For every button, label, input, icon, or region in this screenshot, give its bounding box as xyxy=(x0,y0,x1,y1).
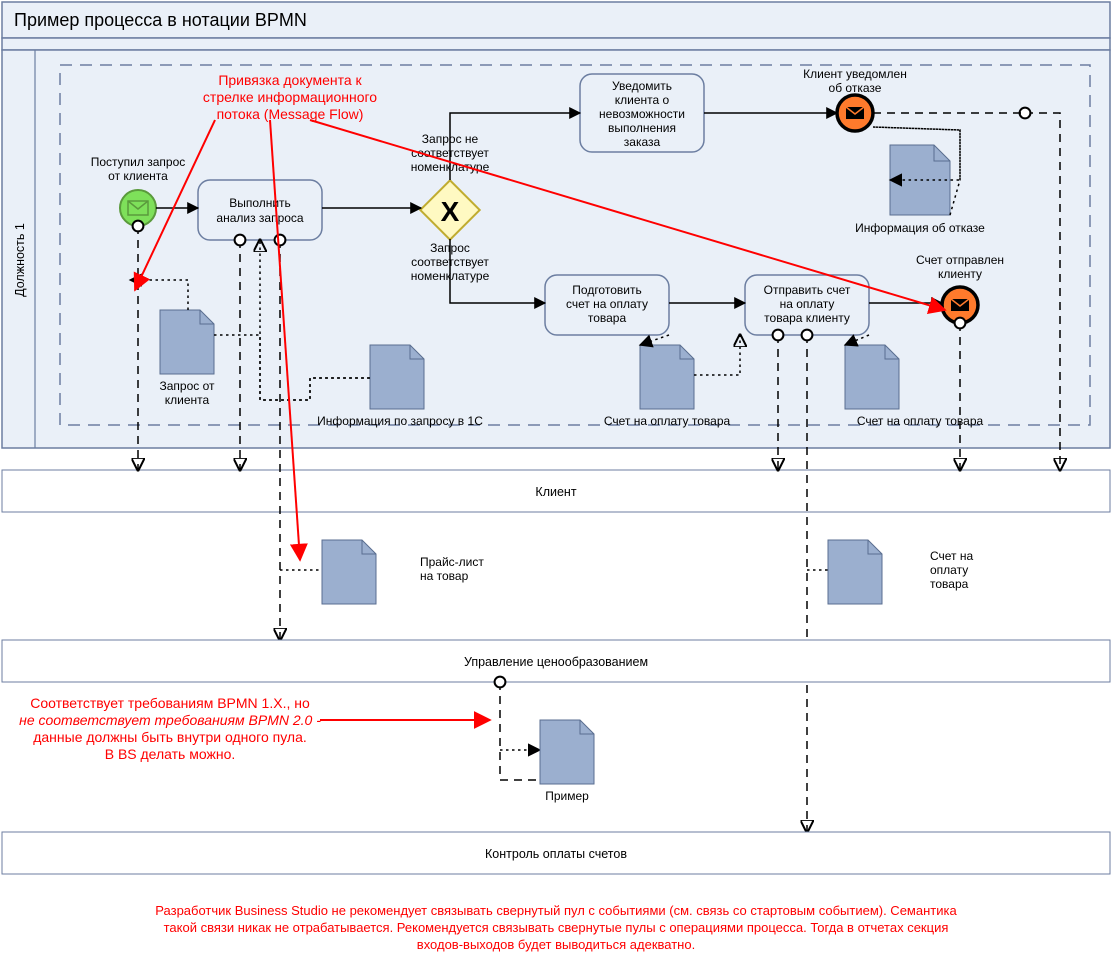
end-sent-l1: Счет отправлен xyxy=(916,253,1004,267)
annotation-2-l1: Соответствует требованиям BPMN 1.X., но xyxy=(30,695,310,711)
task-notify-l5: заказа xyxy=(624,135,661,149)
task-notify-l3: невозможности xyxy=(599,107,685,121)
start-event[interactable] xyxy=(120,190,156,226)
pool-control-label: Контроль оплаты счетов xyxy=(485,847,627,861)
lane-label: Должность 1 xyxy=(13,223,27,297)
msg-example-dash xyxy=(500,682,540,780)
end-sent-l2: клиенту xyxy=(938,267,982,281)
end-refused-l2: об отказе xyxy=(829,81,882,95)
data-request-l2: клиента xyxy=(165,393,210,407)
task-notify-l2: клиента о xyxy=(615,93,670,107)
data-info1c-l1: Информация по запросу в 1С xyxy=(317,414,483,428)
start-event-label-1: Поступил запрос xyxy=(91,155,186,169)
annotation-1-l1: Привязка документа к xyxy=(218,72,362,88)
task-send-l3: товара клиенту xyxy=(764,311,850,325)
end-event-refused[interactable] xyxy=(837,95,873,131)
annotation-2-l2: не соответствует требованиям BPMN 2.0 - xyxy=(19,712,321,728)
data-invoice-ext-l2: оплату xyxy=(930,563,968,577)
data-invoice2[interactable] xyxy=(845,345,899,409)
task-analyze-l2: анализ запроса xyxy=(216,211,304,225)
data-invoice-ext[interactable] xyxy=(828,540,882,604)
svg-text:X: X xyxy=(441,196,460,227)
pool-client-label: Клиент xyxy=(535,485,576,499)
pool-title: Пример процесса в нотации BPMN xyxy=(14,10,307,30)
data-invoice1[interactable] xyxy=(640,345,694,409)
annotation-1-l2: стрелке информационного xyxy=(203,89,377,105)
start-event-label-2: от клиента xyxy=(108,169,168,183)
annotation-3-l1: Разработчик Business Studio не рекоменду… xyxy=(155,903,957,918)
end-refused-l1: Клиент уведомлен xyxy=(803,67,907,81)
data-invoice1-l1: Счет на оплату товара xyxy=(604,414,731,428)
data-invoice2-l1: Счет на оплату товара xyxy=(857,414,984,428)
data-pricelist-l2: на товар xyxy=(420,569,469,583)
data-invoice-ext-l1: Счет на xyxy=(930,549,974,563)
task-prepare-l1: Подготовить xyxy=(572,283,641,297)
annotation-2-l4: В BS делать можно. xyxy=(105,746,236,762)
task-analyze-l1: Выполнить xyxy=(229,196,291,210)
data-example[interactable] xyxy=(540,720,594,784)
annotation-1-l3: потока (Message Flow) xyxy=(217,106,364,122)
data-pricelist-l1: Прайс-лист xyxy=(420,555,484,569)
data-request[interactable] xyxy=(160,310,214,374)
annotation-3-l2: такой связи никак не отрабатывается. Рек… xyxy=(164,920,949,935)
task-analyze[interactable] xyxy=(198,180,322,240)
data-request-l1: Запрос от xyxy=(159,379,215,393)
data-invoice-ext-l3: товара xyxy=(930,577,969,591)
pool-subbar xyxy=(2,38,1110,50)
task-prepare-l3: товара xyxy=(588,311,627,325)
data-refusal-l1: Информация об отказе xyxy=(855,221,985,235)
data-pricelist[interactable] xyxy=(322,540,376,604)
data-info1c[interactable] xyxy=(370,345,424,409)
task-notify-l4: выполнения xyxy=(608,121,676,135)
annotation-3-l3: входов-выходов будет выводиться адекватн… xyxy=(417,937,695,952)
pool-pricing-label: Управление ценообразованием xyxy=(464,655,648,669)
task-notify-l1: Уведомить xyxy=(612,79,672,93)
task-prepare-l2: счет на оплату xyxy=(566,297,648,311)
task-send-l2: на оплату xyxy=(780,297,835,311)
end-event-sent[interactable] xyxy=(942,287,978,323)
task-send-l1: Отправить счет xyxy=(764,283,851,297)
data-example-l1: Пример xyxy=(545,789,589,803)
annotation-2-l3: данные должны быть внутри одного пула. xyxy=(33,729,307,745)
